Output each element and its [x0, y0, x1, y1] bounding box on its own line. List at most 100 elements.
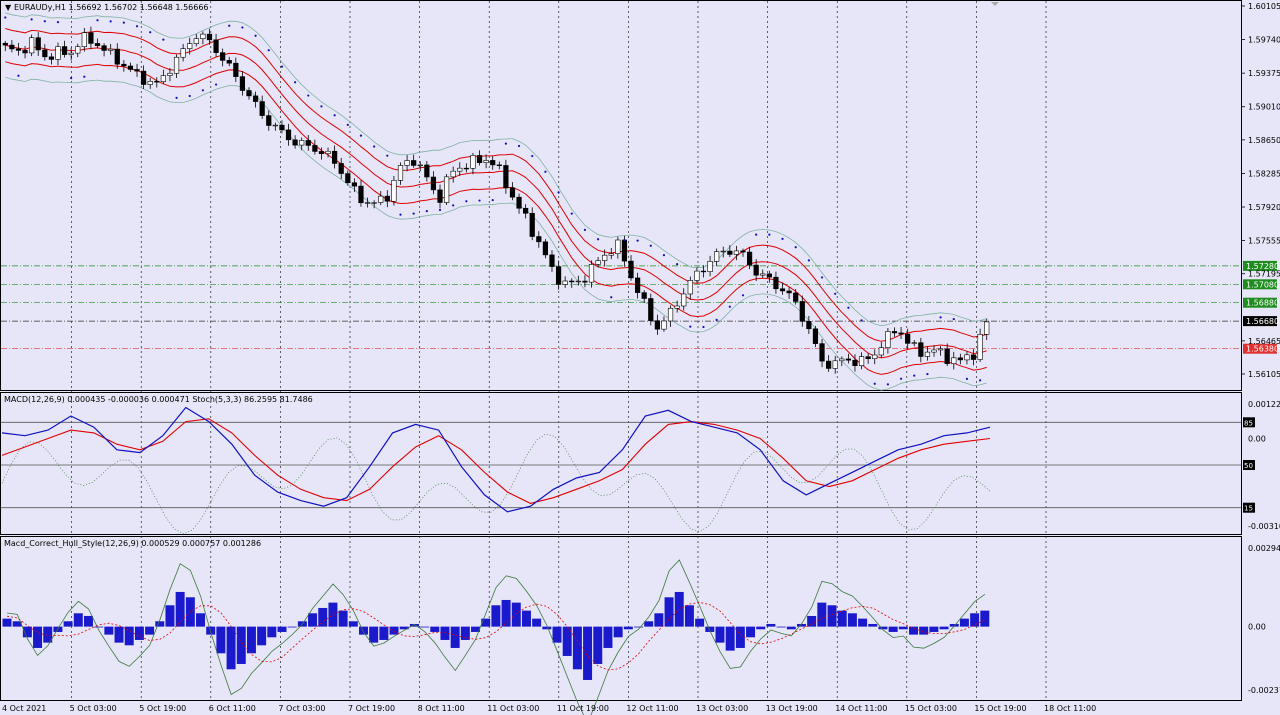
candle-body — [845, 358, 851, 361]
hist-bar — [858, 618, 868, 627]
psar-dot — [4, 16, 7, 19]
candle-body — [437, 189, 443, 203]
hull-y-tick-label: -0.002376 — [1248, 686, 1280, 695]
psar-dot — [254, 34, 257, 37]
psar-dot — [596, 238, 600, 241]
candle-body — [424, 164, 430, 178]
hist-bar — [420, 626, 430, 628]
y-tick-label: 1.58650 — [1248, 136, 1280, 145]
hist-bar — [786, 626, 796, 630]
candle-body — [470, 155, 476, 169]
x-tick-label: 7 Oct 03:00 — [278, 704, 325, 713]
psar-dot — [412, 212, 415, 215]
psar-dot — [241, 26, 244, 29]
candle-body — [411, 160, 417, 166]
candle-body — [496, 164, 502, 166]
chart-menu-icon[interactable]: ▼ — [5, 3, 12, 12]
hist-bar — [664, 597, 674, 627]
psar-dot — [847, 306, 850, 309]
candle-body — [865, 356, 871, 360]
x-tick-label: 7 Oct 19:00 — [348, 704, 395, 713]
psar-dot — [228, 24, 231, 27]
psar-dot — [320, 105, 323, 108]
hist-bar — [491, 605, 501, 627]
candle-body — [61, 46, 68, 55]
candle-body — [984, 321, 990, 335]
psar-dot — [280, 65, 284, 68]
candle-body — [312, 145, 318, 152]
hist-bar — [348, 621, 358, 627]
hist-bar — [267, 626, 277, 638]
hist-bar — [807, 615, 817, 627]
candle-body — [404, 160, 410, 166]
candle-body — [707, 261, 713, 272]
psar-dot — [425, 210, 428, 213]
candle-body — [569, 280, 575, 283]
y-tick-label: 1.57555 — [1248, 237, 1280, 246]
candle-body — [9, 44, 15, 50]
hist-bar — [257, 626, 267, 646]
x-tick-label: 11 Oct 03:00 — [487, 704, 539, 713]
symbol-header: EURAUDy,H1 1.56692 1.56702 1.56648 1.566… — [14, 3, 209, 12]
psar-dot — [386, 154, 389, 157]
candle-body — [819, 343, 825, 362]
candle-body — [509, 187, 516, 198]
psar-dot — [531, 154, 534, 158]
hist-bar — [572, 626, 582, 670]
candle-body — [542, 241, 549, 256]
psar-dot — [979, 379, 982, 382]
candle-body — [582, 280, 588, 283]
trading-chart[interactable]: 1.572801.570801.568801.566801.56380 8550… — [0, 0, 1280, 715]
candle-body — [48, 56, 55, 60]
psar-dot — [135, 25, 139, 28]
psar-dot — [807, 259, 810, 262]
candle-body — [931, 349, 937, 353]
candle-body — [167, 72, 173, 76]
psar-dot — [768, 233, 771, 236]
candle-body — [160, 75, 166, 82]
hist-bar — [2, 618, 12, 627]
candle-body — [727, 250, 733, 255]
psar-dot — [333, 114, 336, 117]
psar-dot — [214, 83, 218, 86]
psar-dot — [517, 144, 521, 148]
candle-body — [391, 180, 397, 202]
candle-body — [147, 80, 153, 85]
psar-dot — [438, 208, 442, 212]
candle-body — [648, 298, 654, 321]
candle-body — [806, 321, 812, 330]
candle-body — [338, 163, 344, 174]
psar-dot — [939, 316, 942, 319]
psar-dot — [860, 319, 863, 322]
candle-body — [733, 250, 740, 255]
hist-bar — [287, 626, 297, 628]
x-tick-label: 4 Oct 2021 — [2, 704, 46, 713]
hist-bar — [216, 626, 226, 654]
hull-y-tick-label: 0.00 — [1248, 623, 1266, 632]
psar-dot — [794, 246, 797, 249]
candle-body — [285, 129, 292, 141]
hist-bar — [165, 605, 175, 627]
hist-bar — [450, 626, 460, 648]
psar-dot — [899, 377, 903, 380]
candle-body — [239, 76, 246, 91]
hist-bar — [196, 613, 206, 627]
candle-body — [773, 276, 779, 290]
hist-bar — [735, 626, 745, 648]
candle-body — [121, 63, 127, 67]
hist-bar — [837, 610, 847, 627]
candle-body — [588, 264, 595, 283]
hist-bar — [532, 618, 542, 627]
y-tick-label: 1.57920 — [1248, 203, 1280, 212]
hist-bar — [776, 626, 786, 628]
stoch-level-label: 50 — [1244, 462, 1253, 470]
hull-y-tick-label: 0.002948 — [1248, 544, 1280, 553]
candle-body — [720, 250, 726, 253]
candle-body — [430, 176, 437, 191]
candle-body — [555, 266, 562, 285]
candle-body — [615, 239, 621, 254]
hist-bar — [246, 626, 256, 654]
x-tick-label: 15 Oct 03:00 — [905, 704, 957, 713]
candle-body — [891, 331, 898, 334]
candle-body — [213, 39, 219, 53]
